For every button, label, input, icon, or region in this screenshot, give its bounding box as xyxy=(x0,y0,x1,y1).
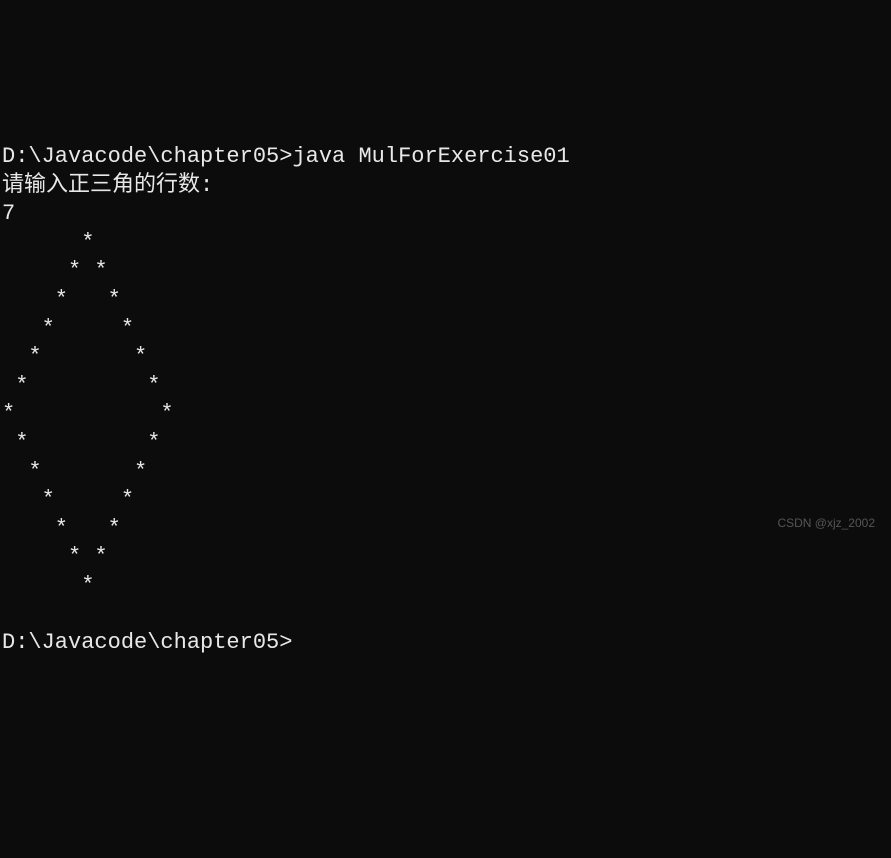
terminal-window[interactable]: D:\Javacode\chapter05>java MulForExercis… xyxy=(2,114,891,657)
diamond-row: * * xyxy=(2,344,147,369)
diamond-row: * * xyxy=(2,459,147,484)
diamond-row: * * xyxy=(2,258,108,283)
diamond-row: * * xyxy=(2,544,108,569)
diamond-row: * xyxy=(2,230,94,255)
diamond-row: * * xyxy=(2,487,134,512)
prompt-message: 请输入正三角的行数: xyxy=(2,173,213,198)
diamond-row: * * xyxy=(2,316,134,341)
user-input: 7 xyxy=(2,201,15,226)
diamond-row: * xyxy=(2,573,94,598)
diamond-row: * * xyxy=(2,401,174,426)
watermark-text: CSDN @xjz_2002 xyxy=(777,516,875,532)
diamond-row: * * xyxy=(2,287,121,312)
diamond-row: * * xyxy=(2,516,121,541)
diamond-row: * * xyxy=(2,373,160,398)
command-line: D:\Javacode\chapter05>java MulForExercis… xyxy=(2,144,570,169)
diamond-row: * * xyxy=(2,430,160,455)
command-prompt[interactable]: D:\Javacode\chapter05> xyxy=(2,630,292,655)
